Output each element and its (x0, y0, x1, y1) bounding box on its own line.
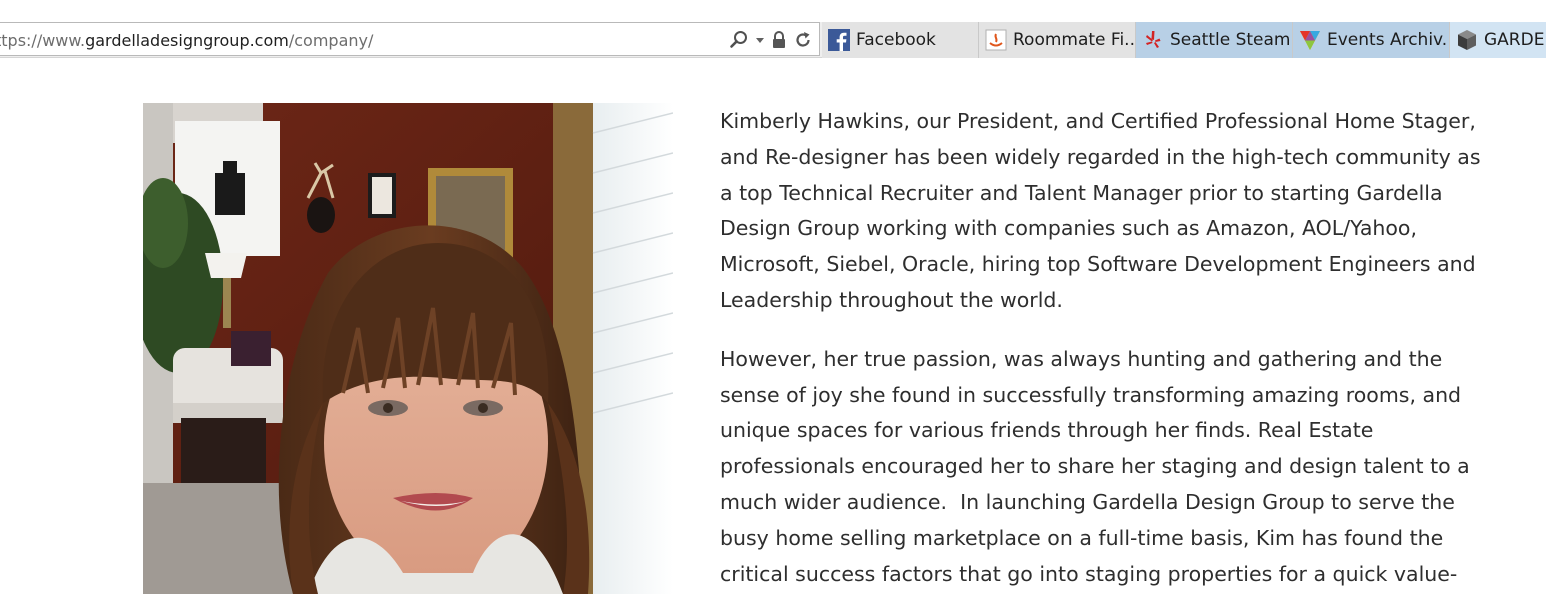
tab-label: GARDEL (1484, 30, 1546, 50)
about-paragraph-2: However, her true passion, was always hu… (720, 342, 1490, 593)
text-line: Design Group working with companies such… (720, 216, 1417, 241)
text-line: However, her true passion, was always hu… (720, 346, 1443, 371)
yelp-icon (1142, 29, 1164, 51)
tab-label: Roommate Fi... (1013, 30, 1136, 50)
text-line: critical success factors that go into st… (720, 561, 1458, 586)
tab-label: Seattle Steam... (1170, 30, 1292, 50)
text-line: Microsoft, Siebel, Oracle, hiring top So… (720, 252, 1476, 277)
text-line: unique spaces for various friends throug… (720, 418, 1374, 443)
tab-gardella[interactable]: GARDEL (1450, 22, 1546, 58)
about-content: Kimberly Hawkins, our President, and Cer… (720, 104, 1490, 594)
text-line: a top Technical Recruiter and Talent Man… (720, 180, 1443, 205)
portrait-photo (143, 103, 673, 594)
tab-label: Facebook (856, 30, 936, 50)
text-line: Kimberly Hawkins, our President, and Cer… (720, 109, 1476, 133)
text-line: much wider audience. In launching Gardel… (720, 489, 1455, 514)
search-icon[interactable] (729, 30, 749, 50)
url-text[interactable]: ttps://www.gardelladesigngroup.com/compa… (0, 31, 373, 50)
tab-label: Events Archiv... (1327, 30, 1450, 50)
text-line: sense of joy she found in successfully t… (720, 382, 1462, 407)
tab-seattle-steam[interactable]: Seattle Steam... (1136, 22, 1293, 58)
address-bar[interactable]: ttps://www.gardelladesigngroup.com/compa… (0, 22, 820, 56)
text-line: and Re-designer has been widely regarded… (720, 144, 1481, 169)
browser-title-strip (0, 0, 1546, 22)
url-path: /company/ (288, 31, 374, 50)
colorful-triangle-icon (1299, 29, 1321, 51)
roommate-site-icon (985, 29, 1007, 51)
dropdown-arrow-icon[interactable] (755, 30, 765, 50)
tab-strip: Facebook Roommate Fi... Seattle Steam...… (822, 22, 1546, 58)
text-line: busy home selling marketplace on a full-… (720, 525, 1444, 550)
tab-roommate[interactable]: Roommate Fi... (979, 22, 1136, 58)
text-line: Leadership throughout the world. (720, 287, 1063, 312)
address-bar-icons (729, 30, 813, 50)
about-paragraph-1: Kimberly Hawkins, our President, and Cer… (720, 104, 1490, 319)
lock-icon[interactable] (771, 30, 787, 50)
refresh-icon[interactable] (793, 30, 813, 50)
text-line: professionals encouraged her to share he… (720, 454, 1470, 479)
cube-icon (1456, 29, 1478, 51)
url-prefix: ttps://www. (0, 31, 86, 50)
tab-events-archive[interactable]: Events Archiv... (1293, 22, 1450, 58)
tab-facebook[interactable]: Facebook (822, 22, 979, 58)
facebook-icon (828, 29, 850, 51)
url-host: gardelladesigngroup.com (85, 31, 289, 50)
